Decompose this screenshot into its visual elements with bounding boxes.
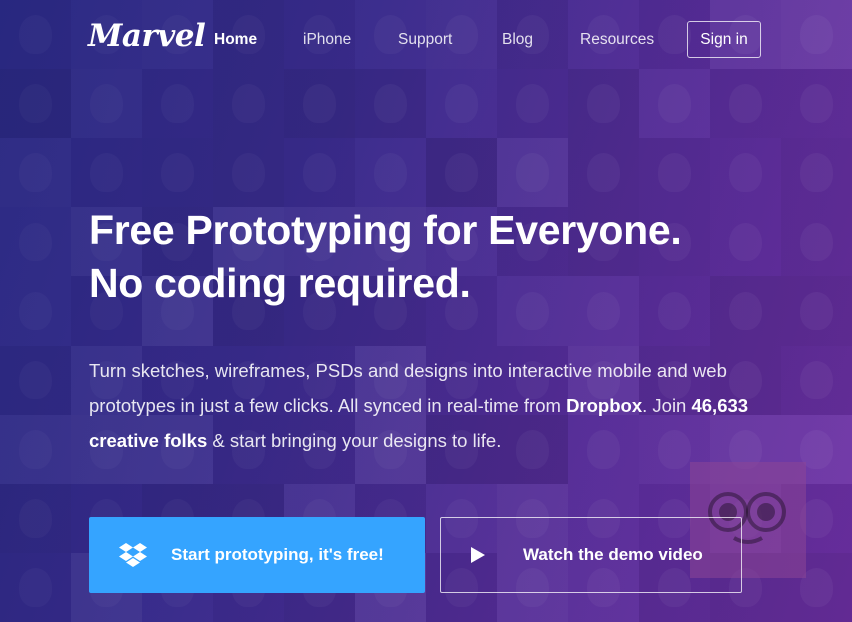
top-navigation: Marvel Home iPhone Support Blog Resource…	[0, 0, 852, 82]
marvel-logo[interactable]: Marvel	[88, 18, 206, 54]
headline-line-1: Free Prototyping for Everyone.	[89, 207, 682, 253]
headline-line-2: No coding required.	[89, 260, 471, 306]
page-headline: Free Prototyping for Everyone. No coding…	[89, 204, 682, 310]
nav-link-home[interactable]: Home	[214, 31, 257, 49]
play-icon	[471, 547, 485, 563]
nav-link-iphone[interactable]: iPhone	[303, 31, 351, 49]
nav-link-support[interactable]: Support	[398, 31, 452, 49]
dropbox-highlight: Dropbox	[566, 394, 643, 416]
nav-link-resources[interactable]: Resources	[580, 31, 654, 49]
watch-demo-label: Watch the demo video	[523, 545, 703, 564]
watch-demo-button[interactable]: Watch the demo video	[440, 517, 742, 593]
dropbox-icon	[119, 542, 147, 568]
nav-link-blog[interactable]: Blog	[502, 31, 533, 49]
hero-description: Turn sketches, wireframes, PSDs and desi…	[89, 353, 779, 458]
start-prototyping-label: Start prototyping, it's free!	[171, 545, 384, 564]
sign-in-button[interactable]: Sign in	[687, 21, 761, 58]
hero-section: Marvel Home iPhone Support Blog Resource…	[0, 0, 852, 622]
description-text-3: & start bringing your designs to life.	[207, 429, 502, 451]
start-prototyping-button[interactable]: Start prototyping, it's free!	[89, 517, 425, 593]
description-text-2: . Join	[642, 394, 692, 416]
